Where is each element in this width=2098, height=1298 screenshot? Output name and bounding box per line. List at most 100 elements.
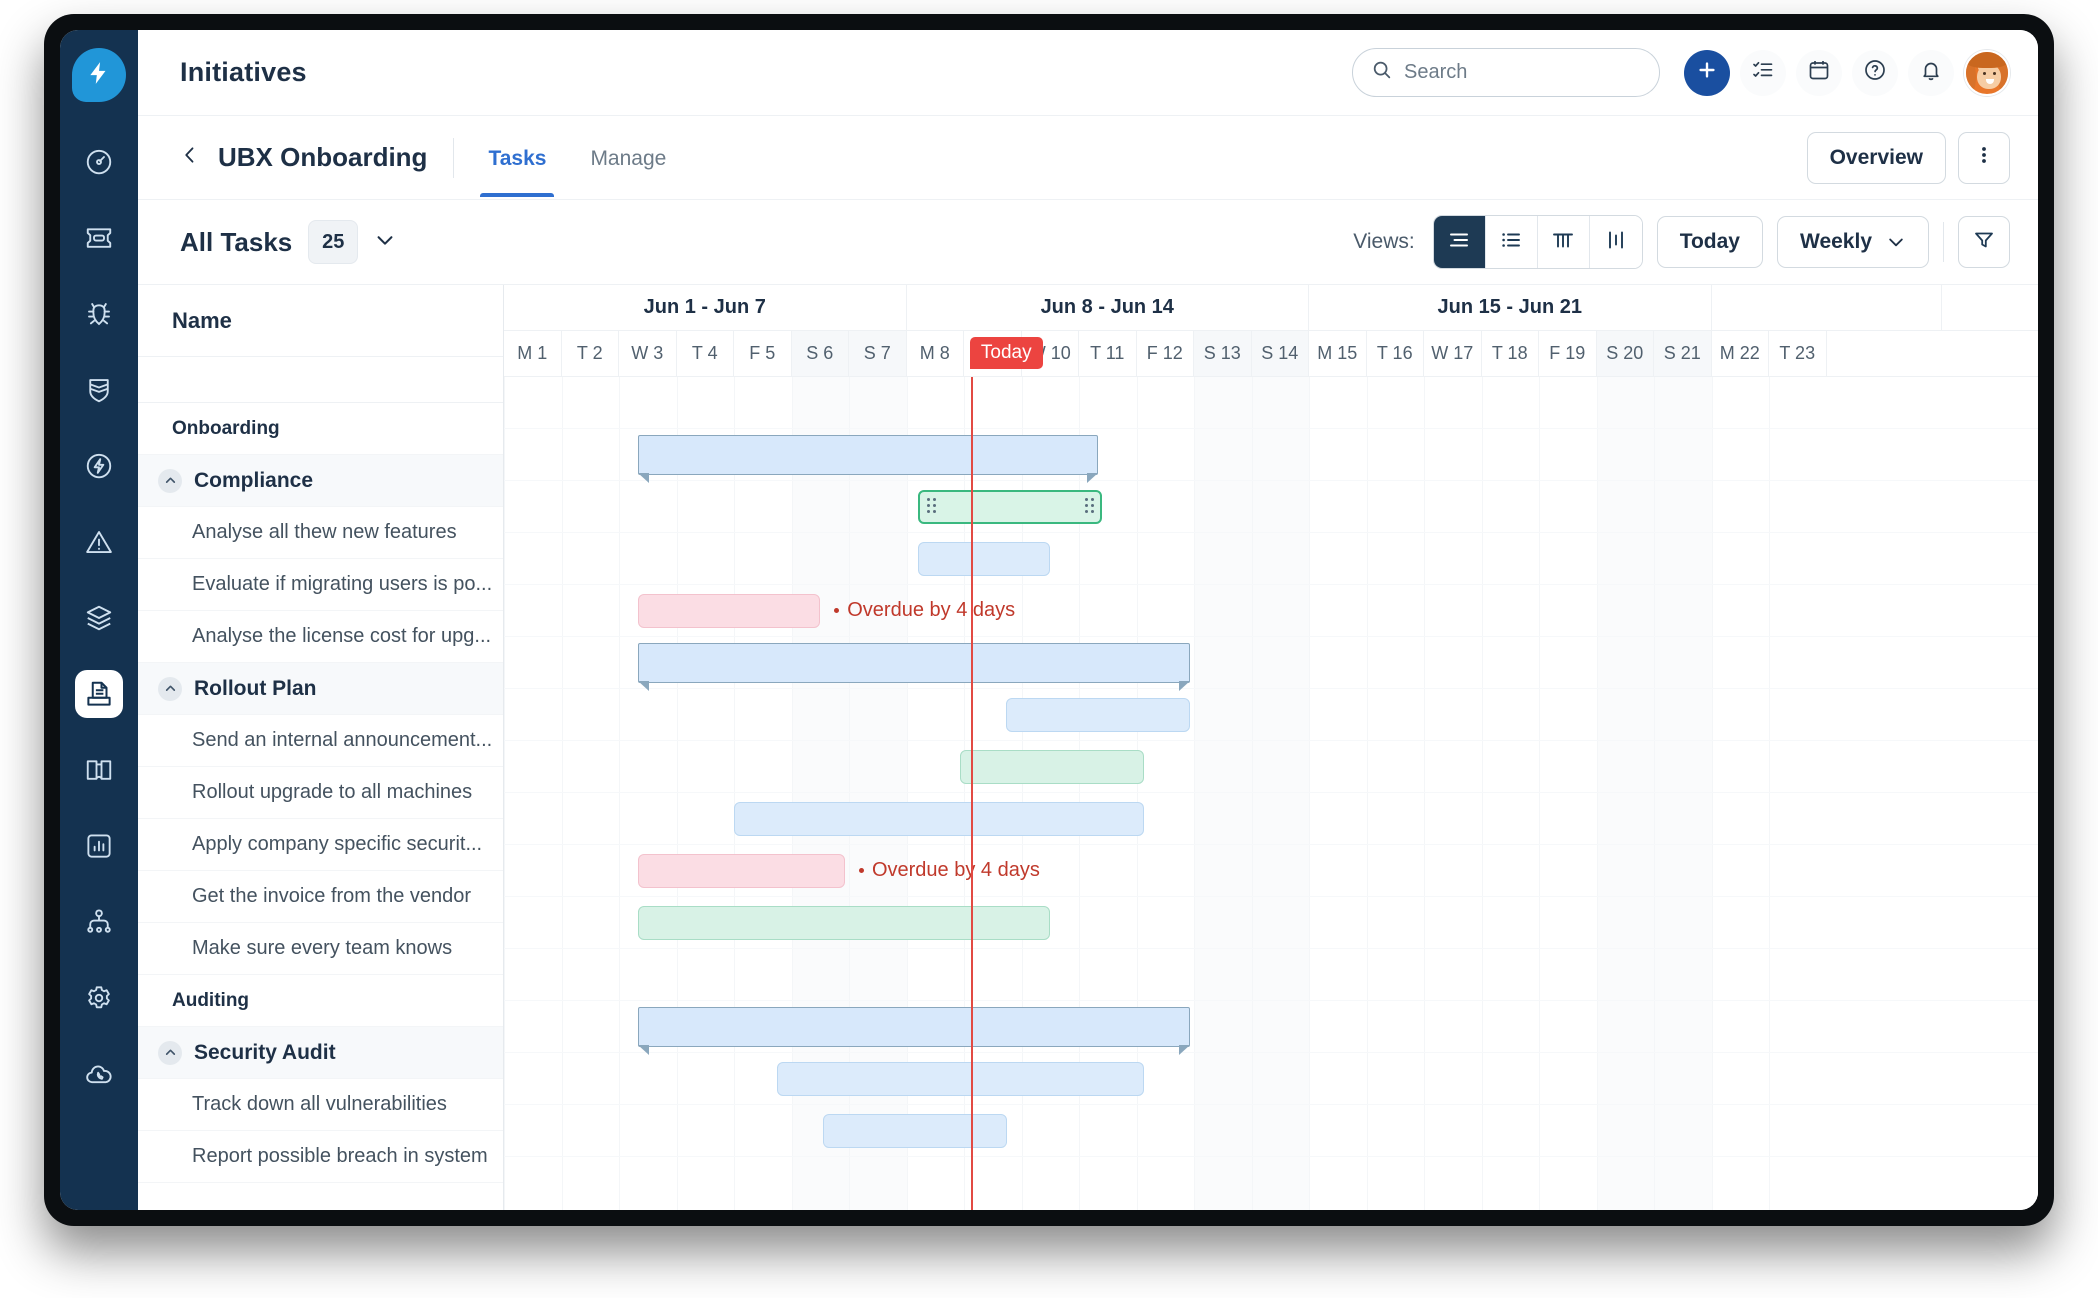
sidebar-item-dashboard[interactable] [75, 138, 123, 186]
task-row[interactable]: Report possible breach in system [138, 1131, 503, 1183]
task-group-label: Auditing [138, 975, 503, 1027]
chevron-up-icon[interactable] [158, 676, 182, 701]
task-parent-row[interactable]: Security Audit [138, 1027, 503, 1079]
sidebar-item-incidents[interactable] [75, 518, 123, 566]
sidebar-item-assets[interactable] [75, 594, 123, 642]
day-label: F 19 [1539, 331, 1597, 376]
chevron-down-icon [374, 229, 396, 256]
board-view-icon [1604, 228, 1628, 257]
sidebar-item-initiatives[interactable] [75, 670, 123, 718]
tasks-filter-dropdown[interactable] [374, 229, 396, 256]
search-input[interactable]: Search [1352, 48, 1660, 97]
chevron-up-icon[interactable] [158, 1040, 182, 1065]
create-button[interactable] [1684, 49, 1730, 96]
header-actions: Search [1352, 48, 2010, 97]
views-label: Views: [1353, 230, 1415, 253]
view-timeline[interactable] [1537, 216, 1590, 268]
grid-line-horizontal [504, 1156, 2038, 1157]
grid-line-vertical [561, 377, 563, 1210]
gantt-grid: Overdue by 4 days Overdue by 4 days [504, 377, 2038, 1210]
sidebar-item-voice[interactable] [75, 1050, 123, 1098]
sidebar-item-bugs[interactable] [75, 290, 123, 338]
gantt-task-bar[interactable] [637, 906, 1051, 940]
task-row[interactable]: Analyse all thew new features [138, 507, 503, 559]
gantt-task-bar[interactable] [918, 490, 1102, 524]
sidebar-item-security[interactable] [75, 366, 123, 414]
task-row[interactable]: Track down all vulnerabilities [138, 1079, 503, 1131]
task-name: Send an internal announcement... [192, 729, 493, 751]
main-content: Initiatives Search UBX Onboarding Tasks … [138, 30, 2038, 1210]
filter-button[interactable] [1958, 216, 2010, 268]
resize-handle-right[interactable] [1085, 498, 1094, 516]
breadcrumb[interactable]: UBX Onboarding [218, 142, 427, 173]
week-label [1712, 285, 1942, 330]
gantt-task-bar[interactable] [637, 854, 845, 888]
gantt-task-bar[interactable] [777, 1062, 1144, 1096]
filter-icon [1972, 228, 1996, 257]
task-row[interactable]: Analyse the license cost for upg... [138, 611, 503, 663]
avatar[interactable] [1964, 49, 2010, 96]
calendar-button[interactable] [1796, 49, 1842, 96]
gantt-task-bar[interactable] [959, 750, 1144, 784]
tasks-button[interactable] [1740, 49, 1786, 96]
tab-manage[interactable]: Manage [582, 119, 674, 197]
grid-line-vertical [1769, 377, 1770, 1210]
sidebar-item-reports[interactable] [75, 822, 123, 870]
gantt-task-bar[interactable] [637, 594, 821, 628]
resize-handle-left[interactable] [927, 498, 936, 516]
overview-button[interactable]: Overview [1806, 131, 1946, 184]
task-name: Security Audit [194, 1040, 336, 1064]
column-header-name: Name [138, 285, 503, 357]
day-label: S 21 [1654, 331, 1712, 376]
tab-tasks[interactable]: Tasks [480, 119, 555, 197]
gear-icon [84, 983, 114, 1013]
shield-icon [84, 375, 114, 405]
zoom-select[interactable]: Weekly [1777, 216, 1929, 268]
sidebar-item-settings[interactable] [75, 974, 123, 1022]
task-name: Analyse the license cost for upg... [192, 625, 492, 647]
gantt-task-bar[interactable] [918, 542, 1051, 576]
sidebar-item-tickets[interactable] [75, 214, 123, 262]
task-row[interactable]: Make sure every team knows [138, 923, 503, 975]
gantt-summary-bar[interactable] [637, 643, 1190, 691]
more-options-button[interactable] [1958, 131, 2010, 184]
task-row[interactable]: Rollout upgrade to all machines [138, 767, 503, 819]
task-row[interactable]: Send an internal announcement... [138, 715, 503, 767]
gantt-summary-bar[interactable] [637, 1007, 1190, 1055]
column-header-spacer [138, 357, 503, 403]
app-logo[interactable] [72, 48, 126, 102]
sidebar-nav [60, 30, 169, 1210]
view-gantt[interactable] [1433, 216, 1486, 268]
gantt-summary-bar[interactable] [637, 435, 1098, 483]
app-window: Initiatives Search UBX Onboarding Tasks … [60, 30, 2038, 1210]
task-row[interactable]: Evaluate if migrating users is po... [138, 559, 503, 611]
notifications-button[interactable] [1908, 49, 1954, 96]
today-button[interactable]: Today [1656, 216, 1763, 268]
grid-line-vertical [619, 377, 620, 1210]
view-board[interactable] [1589, 216, 1642, 268]
day-label: F 12 [1137, 331, 1194, 376]
back-button[interactable] [180, 142, 200, 173]
gantt-task-bar[interactable] [1005, 698, 1190, 732]
gantt-view-icon [1447, 228, 1471, 257]
gantt-task-bar[interactable] [823, 1114, 1008, 1148]
sidebar-item-knowledge[interactable] [75, 746, 123, 794]
task-parent-row[interactable]: Compliance [138, 455, 503, 507]
grid-line-horizontal [504, 1104, 2038, 1105]
task-name: Report possible breach in system [192, 1145, 488, 1167]
help-button[interactable] [1852, 49, 1898, 96]
gantt-task-bar[interactable] [734, 802, 1144, 836]
sidebar-item-teams[interactable] [75, 898, 123, 946]
chevron-up-icon[interactable] [158, 468, 182, 493]
tasks-filter-title[interactable]: All Tasks [180, 227, 292, 258]
task-row[interactable]: Apply company specific securit... [138, 819, 503, 871]
task-group-label: Onboarding [138, 403, 503, 455]
grid-line-vertical [504, 377, 505, 1210]
view-list[interactable] [1485, 216, 1538, 268]
day-label: S 7 [849, 331, 907, 376]
task-parent-row[interactable]: Rollout Plan [138, 663, 503, 715]
week-label: Jun 8 - Jun 14 [907, 285, 1309, 330]
task-row[interactable]: Get the invoice from the vendor [138, 871, 503, 923]
day-label: T 11 [1079, 331, 1137, 376]
sidebar-item-automations[interactable] [75, 442, 123, 490]
